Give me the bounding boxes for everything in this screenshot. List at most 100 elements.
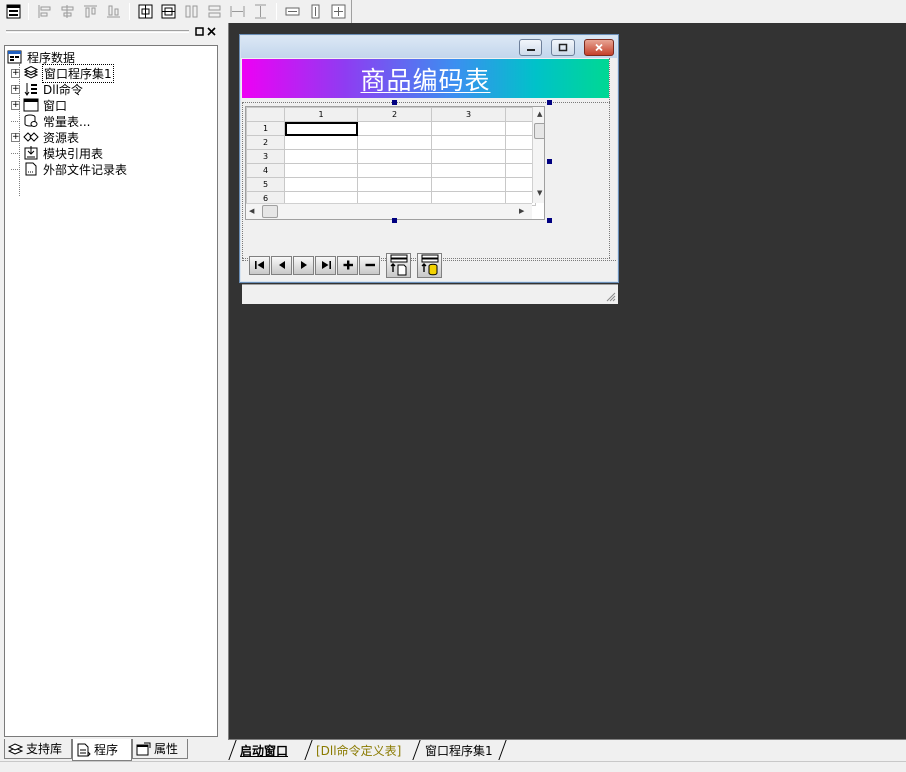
selection-handle[interactable] [392, 100, 397, 105]
tab-dll-definitions[interactable]: [Dll命令定义表] [316, 741, 401, 760]
panel-grip[interactable] [6, 30, 189, 33]
grid-cell[interactable] [284, 149, 358, 164]
scroll-up-icon[interactable]: ▲ [537, 110, 542, 118]
database-record-button[interactable] [417, 252, 442, 278]
first-record-button[interactable] [249, 255, 270, 275]
center-h-icon[interactable] [137, 3, 154, 20]
tab-properties[interactable]: 属性 [132, 739, 188, 759]
tree-item-window[interactable]: + 窗口 [11, 97, 68, 113]
grid-cell[interactable] [431, 163, 506, 178]
tree-item-resources[interactable]: + 资源表 [11, 129, 80, 145]
grid-horizontal-scrollbar[interactable]: ◀ ▶ [246, 203, 532, 219]
tree-item-assembly[interactable]: + 窗口程序集1 [11, 63, 114, 83]
equal-height-icon[interactable] [252, 3, 269, 20]
selection-handle[interactable] [547, 100, 552, 105]
form-title-bar[interactable] [241, 36, 617, 58]
data-grid[interactable]: 1 2 3 1 2 3 4 5 6 ▲ ▼ ◀ ▶ [245, 106, 545, 220]
grid-cell[interactable] [431, 135, 506, 150]
close-icon[interactable] [584, 39, 614, 56]
add-record-button[interactable] [337, 255, 358, 275]
grid-column-header[interactable]: 1 [284, 107, 358, 122]
align-top-icon[interactable] [82, 3, 99, 20]
grid-cell[interactable] [284, 121, 358, 136]
center-v-icon[interactable] [160, 3, 177, 20]
title-label[interactable]: 商品编码表 [242, 59, 609, 98]
equal-width-icon[interactable] [229, 3, 246, 20]
grid-cell[interactable] [357, 177, 432, 192]
previous-record-button[interactable] [271, 255, 292, 275]
tab-library[interactable]: 支持库 [4, 739, 72, 759]
tree-item-external-file[interactable]: 外部文件记录表 [11, 161, 128, 177]
grid-row-header[interactable]: 5 [246, 177, 285, 192]
program-data-icon [7, 50, 23, 64]
panel-close-icon[interactable] [206, 27, 217, 37]
next-record-button[interactable] [293, 255, 314, 275]
scroll-right-icon[interactable]: ▶ [519, 207, 524, 215]
record-navigator [249, 252, 443, 278]
grid-cell[interactable] [431, 149, 506, 164]
expand-icon[interactable]: + [11, 84, 20, 94]
grid-column-header[interactable]: 2 [357, 107, 432, 122]
scroll-down-icon[interactable]: ▼ [537, 189, 542, 197]
form-client-area[interactable]: 商品编码表 1 2 3 1 2 3 4 5 6 ▲ ▼ ◀ ▶ [241, 58, 618, 304]
expand-icon[interactable]: + [11, 100, 20, 110]
tree-item-constants[interactable]: 常量表... [11, 113, 91, 129]
toolbar-separator [276, 3, 277, 20]
scroll-left-icon[interactable]: ◀ [249, 207, 254, 215]
grid-row-header[interactable]: 4 [246, 163, 285, 178]
delete-record-button[interactable] [359, 255, 380, 275]
size-both-icon[interactable] [330, 3, 347, 20]
size-height-icon[interactable] [307, 3, 324, 20]
grid-column-header[interactable]: 3 [431, 107, 506, 122]
grid-cell[interactable] [284, 135, 358, 150]
size-width-icon[interactable] [284, 3, 301, 20]
selection-handle[interactable] [547, 159, 552, 164]
grid-vertical-scrollbar[interactable]: ▲ ▼ [532, 107, 544, 203]
tab-program[interactable]: 程序 [72, 739, 132, 761]
minimize-icon[interactable] [519, 39, 542, 56]
grid-cell[interactable] [284, 177, 358, 192]
tab-startup-window[interactable]: 启动窗口 [240, 741, 288, 760]
grid-row-header[interactable]: 3 [246, 149, 285, 164]
grid-row-header[interactable]: 2 [246, 135, 285, 150]
grid-cell[interactable] [505, 177, 536, 192]
align-left-icon[interactable] [36, 3, 53, 20]
selection-handle[interactable] [547, 218, 552, 223]
grid-cell[interactable] [431, 177, 506, 192]
selection-handle[interactable] [392, 218, 397, 223]
grid-cell[interactable] [505, 135, 536, 150]
panel-float-icon[interactable] [194, 27, 205, 37]
save-record-button[interactable] [386, 252, 411, 278]
grid-cell[interactable] [505, 121, 536, 136]
scroll-thumb[interactable] [534, 123, 544, 139]
tree-item-dll[interactable]: + Dll命令 [11, 81, 84, 97]
form-icon[interactable] [5, 3, 22, 20]
grid-cell[interactable] [357, 121, 432, 136]
form-window[interactable]: 商品编码表 1 2 3 1 2 3 4 5 6 ▲ ▼ ◀ ▶ [239, 34, 619, 304]
constants-icon [23, 114, 39, 128]
program-tree[interactable]: 程序数据 + 窗口程序集1 + Dll命令 + 窗口 常量表... + 资源表 … [4, 45, 218, 737]
tree-item-module-ref[interactable]: 模块引用表 [11, 145, 104, 161]
tab-window-assembly[interactable]: 窗口程序集1 [425, 741, 493, 760]
expand-icon[interactable]: + [11, 68, 20, 78]
grid-cell[interactable] [505, 163, 536, 178]
grid-cell[interactable] [505, 149, 536, 164]
resize-grip-icon[interactable] [604, 290, 616, 302]
align-center-v-icon[interactable] [59, 3, 76, 20]
space-v-icon[interactable] [206, 3, 223, 20]
grid-cell[interactable] [357, 163, 432, 178]
tab-label: 程序 [94, 743, 119, 757]
maximize-icon[interactable] [551, 39, 575, 56]
tree-item-label: 模块引用表 [43, 146, 104, 161]
grid-cell[interactable] [357, 135, 432, 150]
align-bottom-icon[interactable] [105, 3, 122, 20]
grid-cell[interactable] [431, 121, 506, 136]
scroll-thumb[interactable] [262, 205, 278, 218]
space-h-icon[interactable] [183, 3, 200, 20]
grid-row-header[interactable]: 1 [246, 121, 285, 136]
last-record-button[interactable] [315, 255, 336, 275]
grid-cell[interactable] [284, 163, 358, 178]
grid-cell[interactable] [357, 149, 432, 164]
design-area[interactable]: 商品编码表 1 2 3 1 2 3 4 5 6 ▲ ▼ ◀ ▶ [228, 23, 906, 739]
expand-icon[interactable]: + [11, 132, 20, 142]
